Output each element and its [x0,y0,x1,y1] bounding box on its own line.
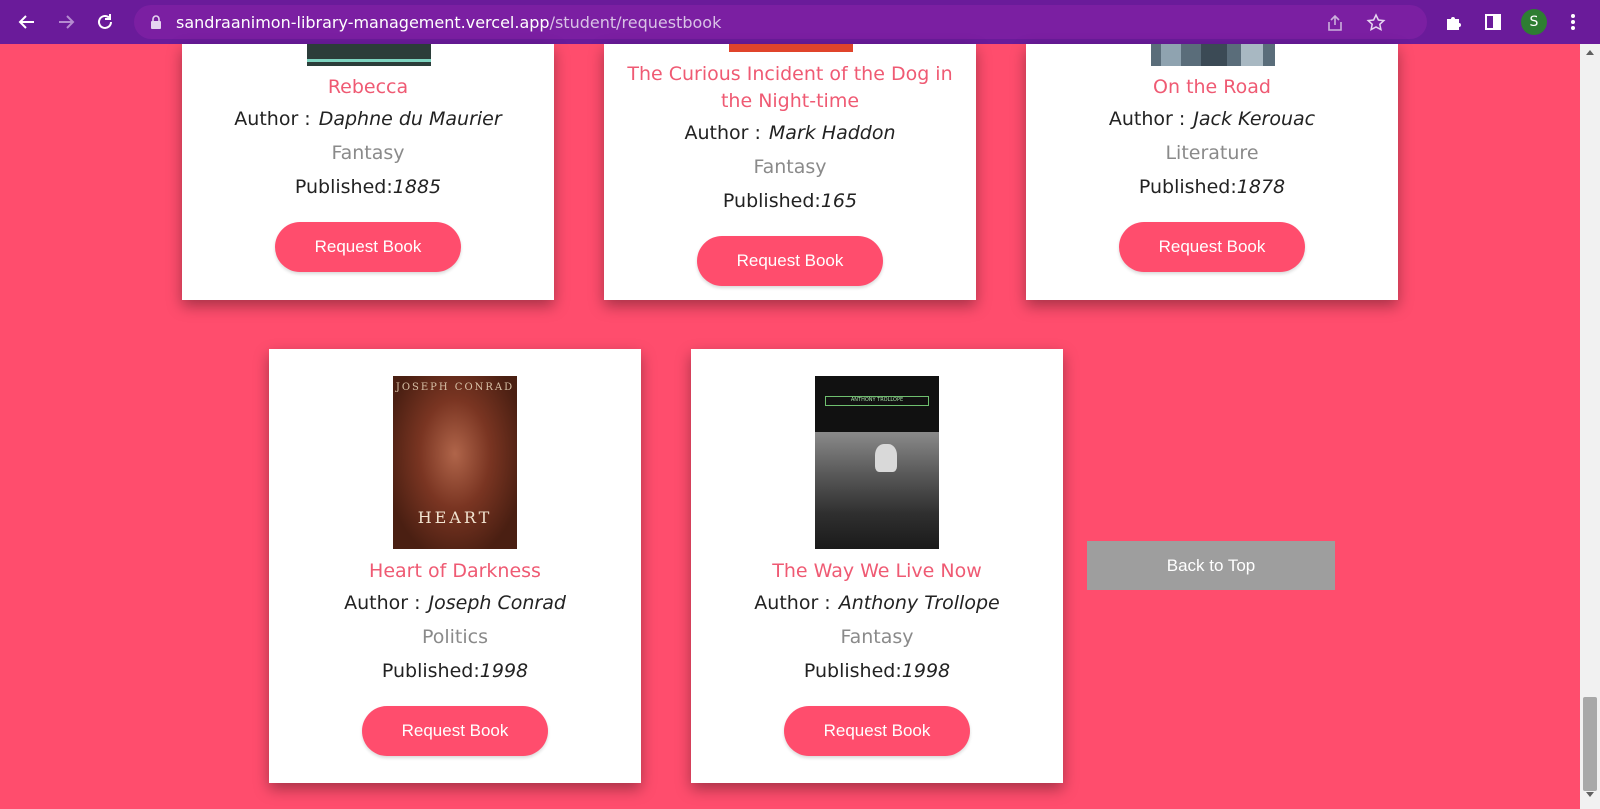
author-label: Author : [1108,108,1186,130]
cover-author-text: JOSEPH CONRAD [395,382,515,393]
book-author: Author : Daphne du Maurier [182,108,554,130]
reload-icon[interactable] [91,8,119,36]
request-book-button[interactable]: Request Book [1119,222,1305,272]
book-genre: Politics [421,626,489,648]
cover-title-text: HEART [417,508,493,527]
book-title: The Way We Live Now [772,560,982,582]
url-domain: sandraanimon-library-management.vercel.a… [176,13,550,32]
book-cover-image: JOSEPH CONRAD HEART [393,376,517,549]
url-path: /student/requestbook [549,13,722,32]
menu-kebab-icon[interactable] [1560,9,1586,35]
cover-author-text: ANTHONY TROLLOPE [850,397,904,403]
share-icon[interactable] [1323,11,1347,35]
author-name: Daphne du Maurier [318,108,502,130]
request-book-button[interactable]: Request Book [362,706,548,756]
published-label: Published: [294,176,393,198]
book-genre: Literature [1165,142,1259,164]
published-year: 1885 [392,176,442,198]
address-bar[interactable]: sandraanimon-library-management.vercel.a… [134,5,1427,39]
forward-arrow-icon[interactable] [52,8,80,36]
published-label: Published: [1138,176,1237,198]
book-card: Rebecca Author : Daphne du Maurier Fantas… [182,44,554,300]
published-label: Published: [722,190,821,212]
book-card: ANTHONY TROLLOPE The Way We Live Now Aut… [691,349,1063,783]
browser-toolbar: sandraanimon-library-management.vercel.a… [0,0,1600,44]
extensions-puzzle-icon[interactable] [1441,9,1467,35]
profile-avatar[interactable]: S [1521,9,1547,35]
book-author: Author : Joseph Conrad [269,592,641,614]
page-scrollbar[interactable] [1580,44,1600,809]
request-book-button[interactable]: Request Book [275,222,461,272]
published-label: Published: [803,660,902,682]
book-author: Author : Anthony Trollope [691,592,1063,614]
author-label: Author : [344,592,421,614]
book-cover-image [1151,44,1275,66]
published-year: 165 [820,190,858,212]
book-published: Published:1885 [182,176,554,198]
book-genre: Fantasy [753,156,827,178]
author-name: Mark Haddon [768,122,896,144]
book-card: The Curious Incident of the Dog in the N… [604,44,976,300]
published-label: Published: [381,660,480,682]
star-icon[interactable] [1364,11,1388,35]
book-published: Published:165 [604,190,976,212]
author-name: Jack Kerouac [1193,108,1316,130]
scroll-down-arrow-icon[interactable] [1580,791,1600,805]
book-title: Rebecca [327,76,409,98]
published-year: 1998 [479,660,529,682]
author-label: Author : [684,122,761,144]
book-card: JOSEPH CONRAD HEART Heart of Darkness Au… [269,349,641,783]
lock-icon[interactable] [150,15,162,34]
book-title: Heart of Darkness [369,560,541,582]
author-name: Joseph Conrad [428,592,566,614]
author-label: Author : [234,108,311,130]
published-year: 1998 [901,660,951,682]
scroll-thumb[interactable] [1583,697,1597,791]
author-name: Anthony Trollope [838,592,1000,614]
book-title: On the Road [1153,76,1271,98]
book-genre: Fantasy [331,142,405,164]
book-author: Author : Jack Kerouac [1026,108,1398,130]
book-published: Published:1878 [1026,176,1398,198]
book-genre: Fantasy [840,626,914,648]
author-label: Author : [754,592,831,614]
back-to-top-button[interactable]: Back to Top [1087,541,1335,590]
book-author: Author : Mark Haddon [604,122,976,144]
published-year: 1878 [1236,176,1286,198]
book-cover-image: ANTHONY TROLLOPE [815,376,939,549]
scroll-up-arrow-icon[interactable] [1580,48,1600,62]
book-cover-image [307,44,431,66]
request-book-button[interactable]: Request Book [697,236,883,286]
side-panel-icon[interactable] [1480,9,1506,35]
book-card: On the Road Author : Jack Kerouac Literat… [1026,44,1398,300]
book-published: Published:1998 [269,660,641,682]
back-arrow-icon[interactable] [13,8,41,36]
book-published: Published:1998 [691,660,1063,682]
url-text[interactable]: sandraanimon-library-management.vercel.a… [176,13,721,32]
request-book-button[interactable]: Request Book [784,706,970,756]
book-title: The Curious Incident of the Dog in the N… [627,63,953,112]
book-cover-image [729,44,853,52]
